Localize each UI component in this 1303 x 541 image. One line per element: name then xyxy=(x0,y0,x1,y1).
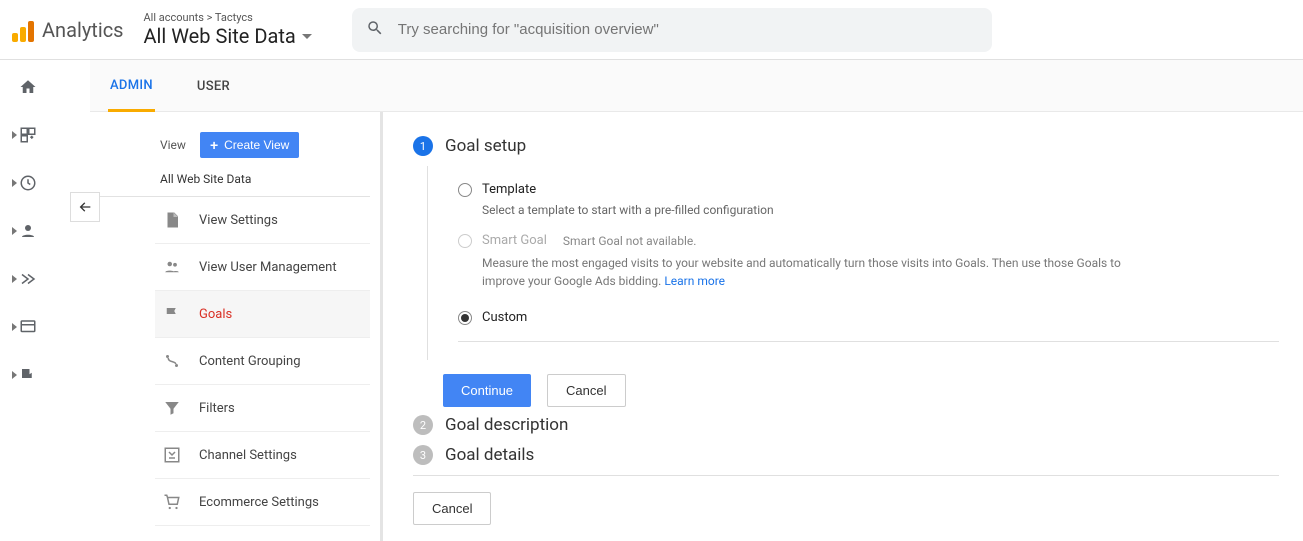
menu-user-management[interactable]: View User Management xyxy=(155,244,370,291)
options-divider xyxy=(458,341,1279,342)
goal-setup-panel: 1 Goal setup Template Select a template … xyxy=(380,112,1303,541)
learn-more-link[interactable]: Learn more xyxy=(664,274,725,288)
cancel-button-bottom[interactable]: Cancel xyxy=(413,492,491,525)
behavior-nav-icon[interactable] xyxy=(12,318,37,336)
step-1-body: Template Select a template to start with… xyxy=(427,166,1279,360)
bottom-divider xyxy=(413,475,1279,476)
breadcrumb: All accounts > Tactycs xyxy=(144,11,312,24)
audience-nav-icon[interactable] xyxy=(12,222,37,240)
continue-button[interactable]: Continue xyxy=(443,374,531,407)
admin-tabs: ADMIN USER xyxy=(90,60,1303,112)
back-button[interactable] xyxy=(70,192,100,222)
channel-icon xyxy=(163,446,181,464)
menu-label: View Settings xyxy=(199,213,278,228)
app-header: Analytics All accounts > Tactycs All Web… xyxy=(0,0,1303,60)
smart-help-body: Measure the most engaged visits to your … xyxy=(482,256,1121,288)
radio-custom[interactable] xyxy=(458,311,472,325)
file-icon xyxy=(163,211,181,229)
menu-channel-settings[interactable]: Channel Settings xyxy=(155,432,370,479)
radio-template-row[interactable]: Template xyxy=(458,182,1279,197)
product-name: Analytics xyxy=(42,18,124,42)
menu-content-grouping[interactable]: Content Grouping xyxy=(155,338,370,385)
menu-ecommerce-settings[interactable]: Ecommerce Settings xyxy=(155,479,370,526)
cart-icon xyxy=(163,493,181,511)
analytics-logo-icon xyxy=(12,18,36,42)
view-dropdown-label: All Web Site Data xyxy=(144,24,296,48)
home-icon[interactable] xyxy=(19,78,37,96)
menu-label: Filters xyxy=(199,401,235,416)
search-icon xyxy=(366,19,384,41)
menu-filters[interactable]: Filters xyxy=(155,385,370,432)
funnel-icon xyxy=(163,399,181,417)
realtime-nav-icon[interactable] xyxy=(12,174,37,192)
account-breadcrumb-area: All accounts > Tactycs All Web Site Data xyxy=(144,11,312,48)
step-1-title: Goal setup xyxy=(445,136,526,156)
template-desc: Select a template to start with a pre-fi… xyxy=(482,203,1279,217)
step1-buttons: Continue Cancel xyxy=(443,374,1279,407)
admin-body: View + Create View All Web Site Data Vie… xyxy=(90,112,1303,541)
menu-goals[interactable]: Goals xyxy=(155,291,370,338)
acquisition-nav-icon[interactable] xyxy=(12,270,37,288)
view-header-row: View + Create View xyxy=(100,132,370,166)
menu-label: Content Grouping xyxy=(199,354,301,369)
menu-label: Channel Settings xyxy=(199,448,297,463)
radio-template[interactable] xyxy=(458,183,472,197)
create-view-button[interactable]: + Create View xyxy=(200,132,299,158)
step-1-header: 1 Goal setup xyxy=(413,136,1279,156)
customization-nav-icon[interactable] xyxy=(12,126,37,144)
step-3-title: Goal details xyxy=(445,445,534,465)
conversions-nav-icon[interactable] xyxy=(12,366,37,384)
menu-view-settings[interactable]: View Settings xyxy=(155,197,370,244)
caret-down-icon xyxy=(302,34,312,39)
smart-note: Smart Goal not available. xyxy=(563,234,697,248)
cancel-button-step[interactable]: Cancel xyxy=(547,374,625,407)
path-icon xyxy=(163,352,181,370)
radio-smart-label: Smart Goal xyxy=(482,233,547,248)
left-iconbar xyxy=(0,60,48,384)
step-2-title: Goal description xyxy=(445,415,568,435)
users-icon xyxy=(163,258,181,276)
menu-label: Ecommerce Settings xyxy=(199,495,319,510)
view-dropdown[interactable]: All Web Site Data xyxy=(144,24,312,48)
menu-label: Goals xyxy=(199,307,232,322)
view-name[interactable]: All Web Site Data xyxy=(100,166,370,197)
step-2-header: 2 Goal description xyxy=(413,415,1279,435)
menu-label: View User Management xyxy=(199,260,337,275)
radio-custom-row[interactable]: Custom xyxy=(458,310,1279,325)
view-label: View xyxy=(160,138,186,152)
radio-smart-row: Smart Goal Smart Goal not available. xyxy=(458,233,1279,248)
app-logo: Analytics xyxy=(12,18,124,42)
step-2-circle: 2 xyxy=(413,415,433,435)
admin-menu-list: View Settings View User Management Goals… xyxy=(100,197,370,526)
plus-icon: + xyxy=(210,137,218,153)
tab-admin[interactable]: ADMIN xyxy=(108,60,155,112)
step-3-circle: 3 xyxy=(413,445,433,465)
flag-icon xyxy=(163,305,181,323)
radio-smart xyxy=(458,234,472,248)
admin-left-column: View + Create View All Web Site Data Vie… xyxy=(90,112,380,541)
radio-template-label: Template xyxy=(482,182,536,197)
search-box[interactable] xyxy=(352,8,992,52)
radio-custom-label: Custom xyxy=(482,310,527,325)
smart-help-text: Measure the most engaged visits to your … xyxy=(482,254,1122,290)
tab-user[interactable]: USER xyxy=(195,61,232,110)
step-1-circle: 1 xyxy=(413,136,433,156)
create-view-label: Create View xyxy=(224,138,289,152)
step-3-header: 3 Goal details xyxy=(413,445,1279,465)
search-input[interactable] xyxy=(398,21,978,38)
